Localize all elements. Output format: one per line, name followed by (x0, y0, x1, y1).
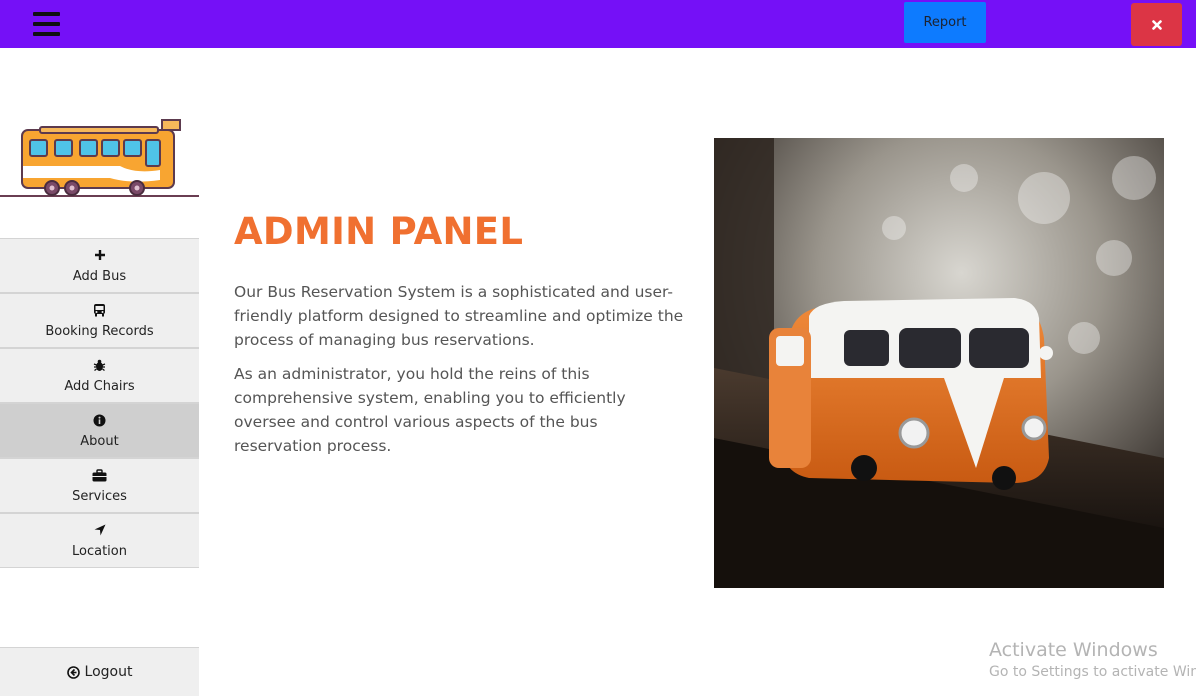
close-button[interactable] (1131, 3, 1182, 46)
report-button[interactable]: Report (904, 2, 986, 43)
sidebar-item-services[interactable]: Services (0, 458, 199, 513)
logout-button[interactable]: Logout (0, 647, 199, 696)
info-circle-icon (93, 412, 106, 428)
watermark-subtitle: Go to Settings to activate Windows. (989, 664, 1196, 680)
sidebar-item-add-chairs[interactable]: Add Chairs (0, 348, 199, 403)
sidebar-item-add-bus[interactable]: Add Bus (0, 238, 199, 293)
close-x-icon (1151, 19, 1162, 30)
sidebar-item-booking-records[interactable]: Booking Records (0, 293, 199, 348)
plus-icon (94, 247, 106, 263)
bus-logo-icon (0, 119, 199, 197)
sidebar-item-label: Location (72, 544, 127, 559)
sidebar-item-label: About (80, 434, 119, 449)
top-navbar: Report (0, 0, 1196, 48)
toy-van-photo (714, 138, 1164, 588)
sidebar-item-location[interactable]: Location (0, 513, 199, 568)
sidebar: Add Bus Booking Records Add Chairs About… (0, 48, 199, 696)
admin-paragraph: As an administrator, you hold the reins … (234, 365, 626, 455)
windows-activation-watermark: Activate Windows Go to Settings to activ… (989, 639, 1196, 680)
intro-paragraph: Our Bus Reservation System is a sophisti… (234, 283, 684, 349)
location-arrow-icon (94, 522, 106, 538)
hamburger-menu-icon[interactable] (33, 12, 60, 36)
arrow-circle-left-icon (66, 665, 80, 679)
sidebar-item-about[interactable]: About (0, 403, 199, 458)
sidebar-item-label: Add Bus (72, 269, 127, 284)
watermark-title: Activate Windows (989, 639, 1158, 661)
bug-icon (93, 357, 106, 373)
logout-label: Logout (84, 664, 133, 680)
sidebar-item-label: Booking Records (45, 324, 154, 339)
sidebar-item-label: Add Chairs (64, 379, 135, 394)
bus-icon (93, 302, 106, 318)
briefcase-icon (92, 467, 107, 483)
sidebar-item-label: Services (72, 489, 127, 504)
page-title: ADMIN PANEL (234, 210, 524, 253)
